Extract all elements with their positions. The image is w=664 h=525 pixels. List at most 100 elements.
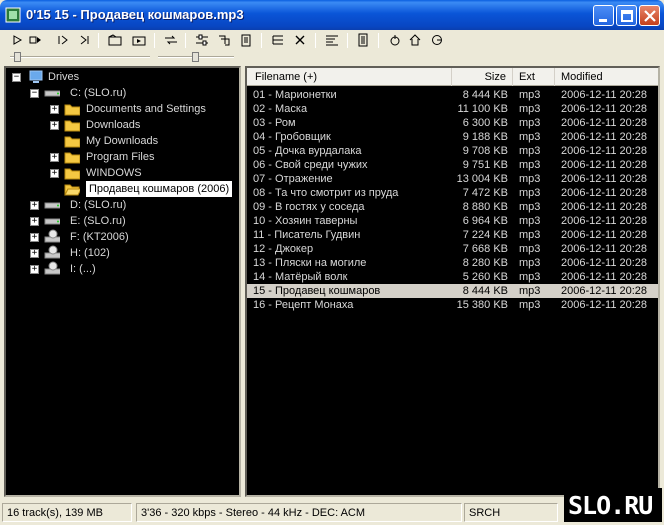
cell-size: 7 224 KB	[462, 229, 508, 241]
file-list[interactable]: Filename (+) Size Ext Modified 01 - Мари…	[245, 66, 660, 497]
table-row[interactable]: 11 - Писатель Гудвин 7 224 KB mp3 2006-12-1…	[247, 228, 658, 242]
cell-modified: 2006-12-11 20:28	[561, 215, 648, 227]
prev-folder-button[interactable]	[108, 33, 122, 47]
column-ext[interactable]: Ext	[513, 68, 555, 86]
play-to-button[interactable]	[28, 33, 42, 47]
bookmark-button[interactable]	[430, 33, 444, 47]
table-row[interactable]: 15 - Продавец кошмаров 8 444 KB mp3 2006-12…	[247, 284, 658, 298]
table-row[interactable]: 06 - Свой среди чужих 9 751 KB mp3 2006-12-…	[247, 158, 658, 172]
stop-icon	[58, 35, 68, 45]
expand-icon[interactable]: +	[30, 233, 39, 242]
maximize-button[interactable]	[616, 5, 637, 26]
folder-icon	[64, 136, 80, 148]
toolbar-separator	[154, 33, 155, 48]
cell-size: 8 444 KB	[462, 285, 508, 297]
expand-icon[interactable]: +	[30, 265, 39, 274]
slider-bar	[4, 51, 660, 63]
folder-tree[interactable]: − Drives − C: (SLO.ru) + Documents and S…	[4, 66, 241, 497]
status-mode: SRCH	[464, 503, 558, 522]
cell-filename: 13 - Пляски на могиле	[253, 257, 367, 269]
close-button[interactable]	[639, 5, 660, 26]
file-rows: 01 - Марионетки 8 444 KB mp3 2006-12-11 20:…	[247, 88, 658, 312]
folder-icon	[64, 152, 80, 164]
stop-after-button[interactable]	[78, 33, 92, 47]
shuffle-button[interactable]	[164, 33, 178, 47]
title-bar[interactable]: 0'15 15 - Продавец кошмаров.mp3	[0, 0, 664, 30]
expand-icon[interactable]: +	[50, 105, 59, 114]
play-button[interactable]	[10, 33, 24, 47]
table-row[interactable]: 13 - Пляски на могиле 8 280 KB mp3 2006-12-…	[247, 256, 658, 270]
expand-icon[interactable]: +	[50, 169, 59, 178]
notes-button[interactable]	[356, 33, 370, 47]
table-row[interactable]: 14 - Матёрый волк 5 260 KB mp3 2006-12-11 2…	[247, 270, 658, 284]
cell-size: 7 472 KB	[462, 187, 508, 199]
close-icon	[644, 10, 656, 22]
list-button[interactable]	[271, 33, 285, 47]
toolbar-separator	[98, 33, 99, 48]
file-info-button[interactable]	[239, 33, 253, 47]
expand-icon[interactable]: +	[30, 201, 39, 210]
column-filename[interactable]: Filename (+)	[247, 68, 452, 86]
cell-modified: 2006-12-11 20:28	[561, 201, 648, 213]
remove-button[interactable]	[293, 33, 307, 47]
tree-label-e: E: (SLO.ru)	[70, 215, 126, 227]
stop-after-icon	[80, 35, 89, 45]
computer-icon	[29, 70, 43, 83]
table-row[interactable]: 16 - Рецепт Монаха 15 380 KB mp3 2006-12-11…	[247, 298, 658, 312]
table-row[interactable]: 07 - Отражение 13 004 KB mp3 2006-12-11 20:…	[247, 172, 658, 186]
table-row[interactable]: 02 - Маска 11 100 KB mp3 2006-12-11 20:28	[247, 102, 658, 116]
stop-button[interactable]	[56, 33, 70, 47]
seek-slider-thumb[interactable]	[14, 52, 21, 62]
shuffle-icon	[165, 35, 177, 45]
cd-drive-icon	[44, 245, 60, 259]
cell-size: 9 708 KB	[462, 145, 508, 157]
volume-slider-thumb[interactable]	[192, 52, 199, 62]
column-modified[interactable]: Modified	[555, 68, 658, 86]
cell-filename: 02 - Маска	[253, 103, 308, 115]
next-folder-icon	[132, 36, 146, 46]
table-row[interactable]: 10 - Хозяин таверны 6 964 KB mp3 2006-12-11…	[247, 214, 658, 228]
home-icon	[409, 34, 421, 46]
column-size[interactable]: Size	[452, 68, 513, 86]
refresh-icon	[390, 35, 400, 46]
table-row[interactable]: 01 - Марионетки 8 444 KB mp3 2006-12-11 20:…	[247, 88, 658, 102]
toolbar-separator	[315, 33, 316, 48]
minimize-button[interactable]	[593, 5, 614, 26]
tag-button[interactable]	[217, 33, 231, 47]
tree-label-drives: Drives	[48, 71, 80, 83]
home-button[interactable]	[408, 33, 422, 47]
table-row[interactable]: 04 - Гробовщик 9 188 KB mp3 2006-12-11 20:2…	[247, 130, 658, 144]
tree-label-album: Продавец кошмаров (2006)	[86, 181, 233, 197]
next-folder-button[interactable]	[132, 33, 146, 47]
disk-drive-icon	[44, 90, 60, 97]
table-row[interactable]: 08 - Та что смотрит из пруда 7 472 KB mp3 2…	[247, 186, 658, 200]
cell-filename: 04 - Гробовщик	[253, 131, 331, 143]
cell-modified: 2006-12-11 20:28	[561, 285, 648, 297]
expand-icon[interactable]: +	[30, 217, 39, 226]
table-row[interactable]: 12 - Джокер 7 668 KB mp3 2006-12-11 20:28	[247, 242, 658, 256]
table-row[interactable]: 05 - Дочка вурдалака 9 708 KB mp3 2006-12-1…	[247, 144, 658, 158]
refresh-button[interactable]	[388, 33, 402, 47]
cell-modified: 2006-12-11 20:28	[561, 89, 648, 101]
toolbar-separator	[261, 33, 262, 48]
expand-icon[interactable]: +	[50, 153, 59, 162]
table-row[interactable]: 09 - В гостях у соседа 8 880 KB mp3 2006-12…	[247, 200, 658, 214]
cell-filename: 14 - Матёрый волк	[253, 271, 348, 283]
seek-slider[interactable]	[10, 56, 150, 58]
expand-icon[interactable]: +	[30, 249, 39, 258]
cell-filename: 16 - Рецепт Монаха	[253, 299, 354, 311]
collapse-icon[interactable]: −	[30, 89, 39, 98]
cell-modified: 2006-12-11 20:28	[561, 299, 648, 311]
cell-modified: 2006-12-11 20:28	[561, 131, 648, 143]
cell-modified: 2006-12-11 20:28	[561, 271, 648, 283]
settings-button[interactable]	[195, 33, 209, 47]
toolbar-separator	[378, 33, 379, 48]
collapse-icon[interactable]: −	[12, 73, 21, 82]
cell-size: 7 668 KB	[462, 243, 508, 255]
expand-icon[interactable]: +	[50, 121, 59, 130]
sort-button[interactable]	[325, 33, 339, 47]
cell-size: 8 444 KB	[462, 89, 508, 101]
cell-ext: mp3	[519, 117, 541, 129]
table-row[interactable]: 03 - Ром 6 300 KB mp3 2006-12-11 20:28	[247, 116, 658, 130]
tree-label-documents: Documents and Settings	[86, 103, 206, 115]
